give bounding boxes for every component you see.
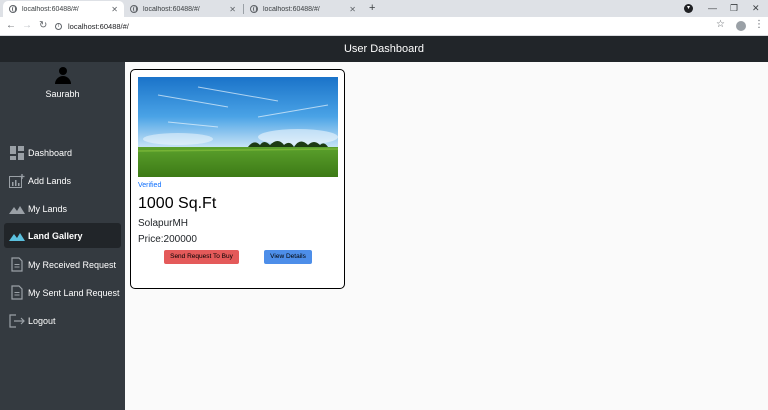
sidebar-item-received-request[interactable]: My Received Request <box>4 252 121 277</box>
globe-icon <box>9 5 17 13</box>
land-card: Verified 1000 Sq.Ft SolapurMH Price:2000… <box>130 69 345 289</box>
browser-tab-3[interactable]: localhost:60488/#/ ✕ <box>244 1 362 17</box>
bookmark-star-icon[interactable]: ☆ <box>716 19 725 30</box>
close-icon[interactable]: ✕ <box>229 5 236 14</box>
app-header: User Dashboard <box>0 36 768 62</box>
back-icon[interactable]: ← <box>6 20 16 32</box>
minimize-icon[interactable]: — <box>708 1 717 15</box>
main-content: Verified 1000 Sq.Ft SolapurMH Price:2000… <box>125 62 768 410</box>
sidebar-item-logout[interactable]: Logout <box>4 308 121 333</box>
sidebar-item-label: Add Lands <box>28 175 72 186</box>
status-badge: Verified <box>138 182 162 189</box>
user-profile: Saurabh <box>0 67 125 99</box>
account-icon[interactable] <box>736 21 746 31</box>
username: Saurabh <box>45 89 80 99</box>
land-image <box>138 77 338 177</box>
sidebar-item-my-lands[interactable]: My Lands <box>4 196 121 221</box>
new-tab-icon[interactable]: + <box>369 2 375 15</box>
browser-tab-strip: localhost:60488/#/ ✕ localhost:60488/#/ … <box>0 0 768 17</box>
page-title: User Dashboard <box>343 43 425 55</box>
sidebar-item-label: Dashboard <box>28 147 73 158</box>
browser-toolbar: ← → ↻ i localhost:60488/#/ ☆ ⋮ <box>0 17 768 36</box>
sidebar-item-land-gallery[interactable]: Land Gallery <box>4 223 121 248</box>
browser-tab-2[interactable]: localhost:60488/#/ ✕ <box>124 1 242 17</box>
send-request-button[interactable]: Send Request To Buy <box>164 250 239 264</box>
user-icon <box>54 67 71 85</box>
tab-title: localhost:60488/#/ <box>22 5 79 13</box>
reload-icon[interactable]: ↻ <box>39 20 47 32</box>
document-icon <box>9 285 25 300</box>
globe-icon <box>250 5 258 13</box>
address-bar[interactable]: i localhost:60488/#/ <box>55 19 715 34</box>
window-close-icon[interactable]: ✕ <box>752 1 760 15</box>
close-icon[interactable]: ✕ <box>349 5 356 14</box>
url-text: localhost:60488/#/ <box>68 22 129 31</box>
land-area: 1000 Sq.Ft <box>138 195 217 212</box>
close-icon[interactable]: ✕ <box>111 5 118 14</box>
info-icon[interactable]: i <box>55 23 62 30</box>
sidebar-item-label: My Lands <box>28 203 68 214</box>
sidebar-item-dashboard[interactable]: Dashboard <box>4 140 121 165</box>
land-location: SolapurMH <box>138 218 189 229</box>
sidebar-item-sent-request[interactable]: My Sent Land Request <box>4 280 121 305</box>
sidebar-item-label: Land Gallery <box>28 230 83 241</box>
mountain-icon <box>9 202 25 216</box>
logout-icon <box>9 313 25 328</box>
sidebar-item-add-lands[interactable]: Add Lands <box>4 168 121 193</box>
tab-search-icon[interactable]: ▾ <box>684 4 693 13</box>
view-details-button[interactable]: View Details <box>264 250 312 264</box>
globe-icon <box>130 5 138 13</box>
sidebar-item-label: My Sent Land Request <box>28 287 120 298</box>
add-chart-icon <box>9 173 25 188</box>
forward-icon[interactable]: → <box>22 20 32 32</box>
restore-icon[interactable]: ❐ <box>730 1 738 15</box>
land-price: Price:200000 <box>138 234 197 245</box>
sidebar-item-label: Logout <box>28 315 56 326</box>
tab-title: localhost:60488/#/ <box>143 5 200 13</box>
tab-title: localhost:60488/#/ <box>263 5 320 13</box>
mountain-icon <box>9 229 25 243</box>
browser-tab-1[interactable]: localhost:60488/#/ ✕ <box>3 1 124 17</box>
sidebar: Saurabh Dashboard Add Lands My Lands Lan… <box>0 62 125 410</box>
dashboard-icon <box>9 145 25 160</box>
sidebar-item-label: My Received Request <box>28 259 117 270</box>
menu-icon[interactable]: ⋮ <box>754 19 764 30</box>
document-icon <box>9 257 25 272</box>
